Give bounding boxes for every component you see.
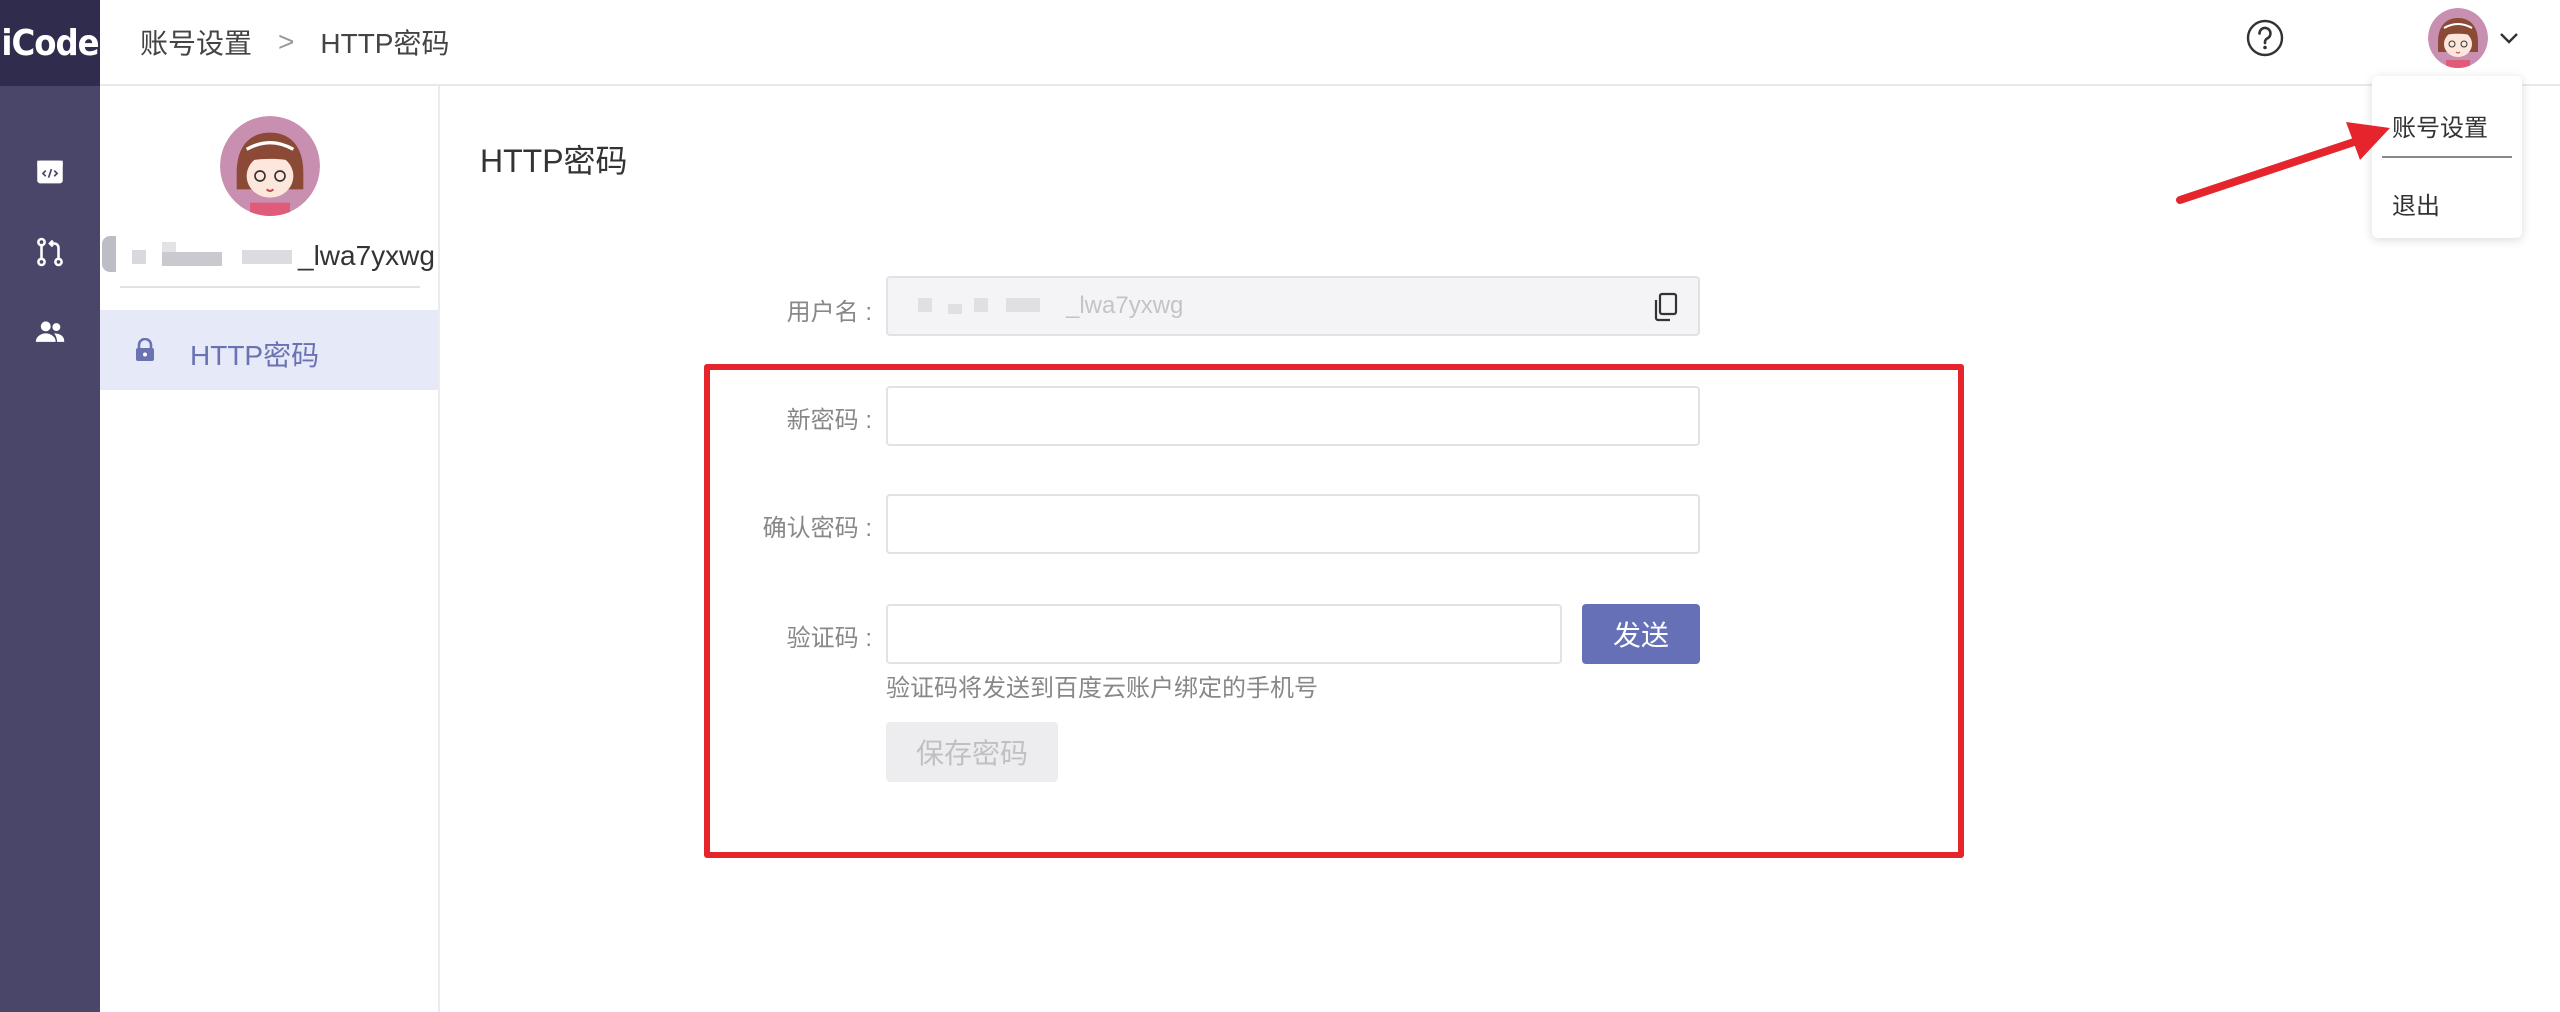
dropdown-item-logout[interactable]: 退出 (2392, 186, 2440, 221)
sidebar-avatar (220, 116, 320, 216)
page-title: HTTP密码 (480, 143, 628, 179)
sidebar-username: _lwa7yxwg (100, 236, 440, 276)
breadcrumb-root[interactable]: 账号设置 (140, 22, 252, 62)
help-circle-icon[interactable] (2245, 18, 2285, 58)
redacted-block (102, 236, 116, 272)
sidebar-item-label: HTTP密码 (190, 340, 320, 371)
username-field: _lwa7yxwg (886, 276, 1700, 336)
redacted-block (242, 250, 292, 264)
redacted-block (1006, 298, 1040, 312)
breadcrumb: 账号设置 > HTTP密码 (140, 22, 449, 62)
breadcrumb-separator: > (278, 26, 295, 57)
redacted-block (132, 250, 146, 264)
redacted-block (918, 298, 932, 312)
settings-sidebar: _lwa7yxwg HTTP密码 (100, 86, 440, 1012)
merge-request-icon[interactable] (30, 232, 70, 272)
left-rail: iCode (0, 0, 100, 1012)
redacted-block (948, 304, 962, 314)
username-label: 用户名 : (786, 299, 872, 326)
username-value: _lwa7yxwg (1066, 292, 1184, 319)
redacted-block (162, 252, 222, 266)
top-header: 账号设置 > HTTP密码 (100, 0, 2560, 86)
sidebar-item-http-password[interactable]: HTTP密码 (100, 310, 438, 390)
user-avatar[interactable] (2428, 8, 2488, 68)
username-suffix: _lwa7yxwg (298, 240, 435, 271)
redacted-block (162, 242, 176, 252)
redacted-block (974, 298, 988, 312)
code-window-icon[interactable] (30, 152, 70, 192)
dropdown-divider (2382, 156, 2512, 158)
copy-icon[interactable] (1652, 292, 1680, 322)
chevron-down-icon[interactable] (2497, 26, 2521, 50)
breadcrumb-current: HTTP密码 (320, 28, 450, 59)
user-dropdown-menu: 账号设置 退出 (2372, 76, 2522, 238)
people-icon[interactable] (30, 312, 70, 352)
app-logo[interactable]: iCode (0, 0, 100, 86)
lock-icon (136, 338, 154, 361)
highlight-box-annotation (704, 364, 1964, 858)
dropdown-item-account-settings[interactable]: 账号设置 (2392, 108, 2488, 143)
sidebar-divider (120, 286, 420, 288)
